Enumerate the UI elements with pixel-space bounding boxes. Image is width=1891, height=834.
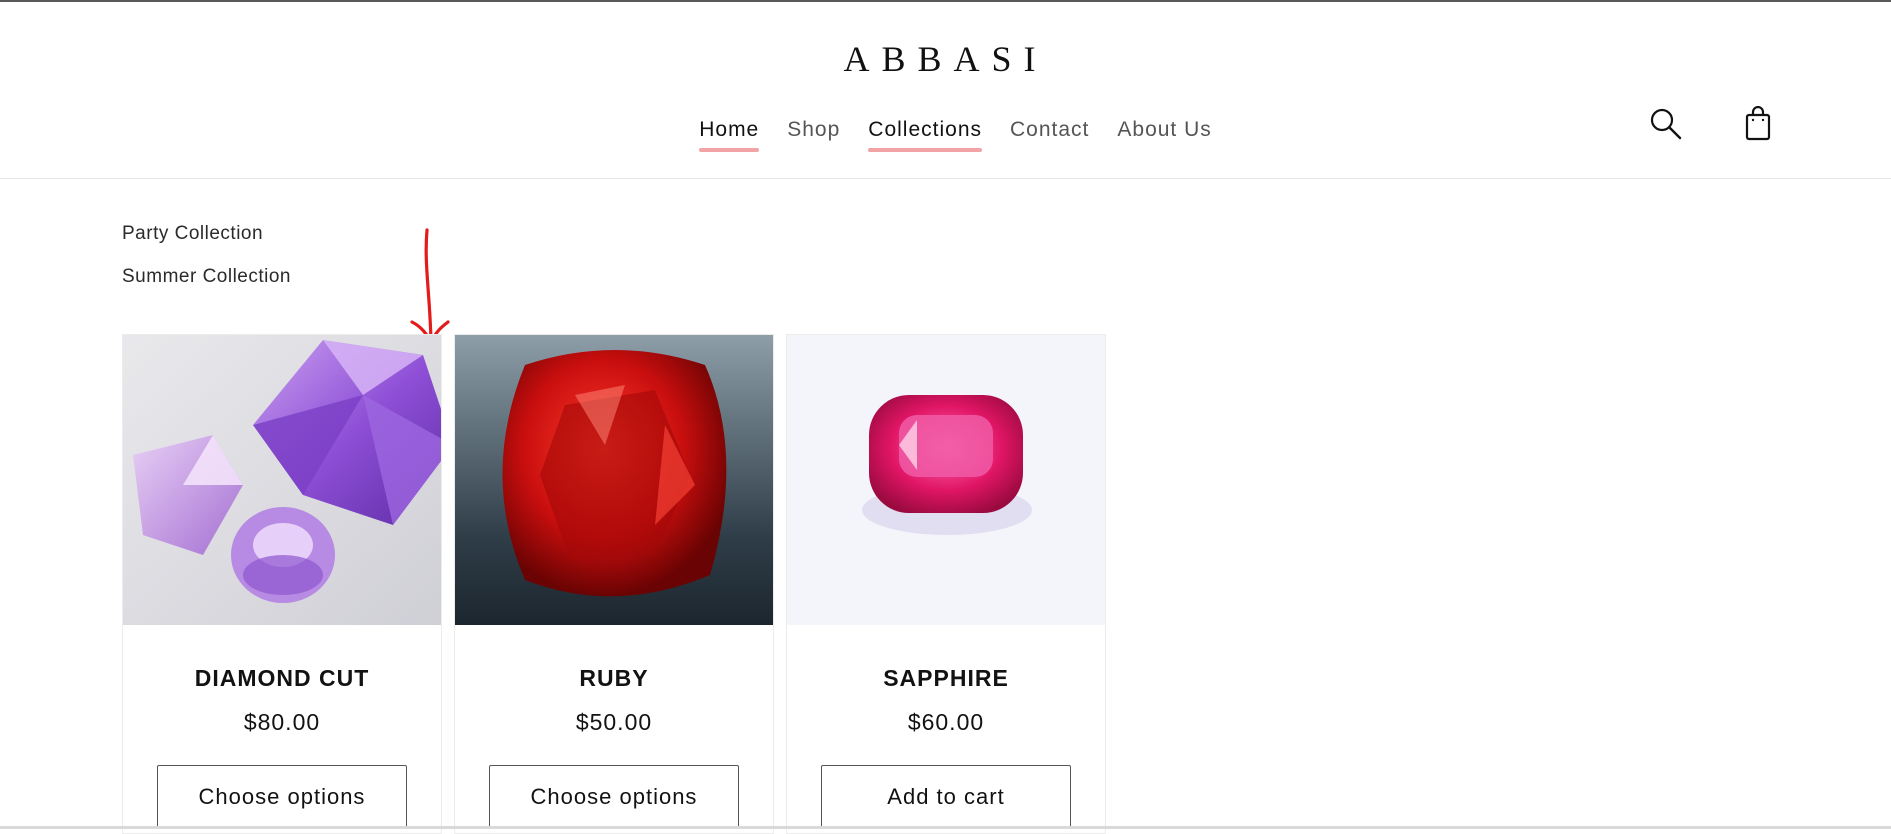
search-icon[interactable]	[1648, 106, 1684, 142]
shopping-bag-icon[interactable]	[1740, 105, 1776, 142]
nav-about-us[interactable]: About Us	[1117, 118, 1211, 152]
nav-contact[interactable]: Contact	[1010, 118, 1089, 152]
product-card-ruby[interactable]: RUBY $50.00 Choose options	[454, 334, 774, 834]
summer-collection-link[interactable]: Summer Collection	[122, 265, 291, 289]
product-card-diamond-cut[interactable]: DIAMOND CUT $80.00 Choose options	[122, 334, 442, 834]
product-title[interactable]: SAPPHIRE	[787, 665, 1105, 692]
choose-options-button[interactable]: Choose options	[489, 765, 739, 829]
nav-shop[interactable]: Shop	[787, 118, 840, 152]
product-price: $80.00	[243, 709, 321, 735]
main-nav: Home Shop Collections Contact About Us	[0, 118, 1891, 152]
choose-options-button[interactable]: Choose options	[157, 765, 407, 829]
product-card-sapphire[interactable]: SAPPHIRE $60.00 Add to cart	[786, 334, 1106, 834]
product-image-ruby[interactable]	[455, 335, 773, 625]
product-image-diamond-cut[interactable]	[123, 335, 441, 625]
product-title[interactable]: RUBY	[455, 665, 773, 692]
collection-links: Party Collection Summer Collection	[122, 222, 291, 308]
product-image-sapphire[interactable]	[787, 335, 1105, 625]
add-to-cart-button[interactable]: Add to cart	[821, 765, 1071, 829]
product-price: $60.00	[907, 709, 985, 735]
site-logo[interactable]: ABBASI	[0, 38, 1891, 80]
nav-collections[interactable]: Collections	[868, 118, 982, 152]
site-header: ABBASI Home Shop Collections Contact Abo…	[0, 2, 1891, 179]
party-collection-link[interactable]: Party Collection	[122, 222, 291, 246]
product-price: $50.00	[575, 709, 653, 735]
nav-home[interactable]: Home	[699, 118, 760, 152]
product-title[interactable]: DIAMOND CUT	[123, 665, 441, 692]
